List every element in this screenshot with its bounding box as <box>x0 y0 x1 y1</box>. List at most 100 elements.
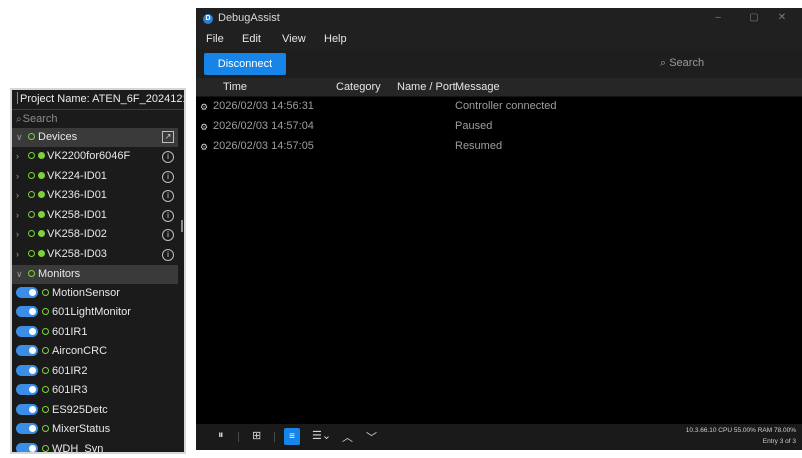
filter-settings-icon[interactable]: ☰⌄ <box>312 429 331 442</box>
title-accent-bar <box>17 92 18 104</box>
status-ring-icon <box>42 386 49 394</box>
log-row[interactable]: ⚙ 2026/02/03 14:57:04 Paused <box>196 117 802 137</box>
status-ring-icon <box>28 230 35 238</box>
device-name: VK258-ID02 <box>47 228 107 241</box>
log-row[interactable]: ⚙ 2026/02/03 14:56:31 Controller connect… <box>196 97 802 117</box>
menu-view[interactable]: View <box>282 33 306 45</box>
disconnect-button[interactable]: Disconnect <box>204 53 286 75</box>
monitor-name: ES925Detc <box>52 403 108 416</box>
status-ring-icon <box>42 327 49 335</box>
menu-help[interactable]: Help <box>324 33 347 45</box>
info-icon[interactable]: i <box>162 229 174 242</box>
debugassist-window: D DebugAssist – ▢ ✕ File Edit View Help … <box>196 8 802 450</box>
device-item[interactable]: › VK258-ID02 i <box>12 225 184 245</box>
search-icon: ⌕ <box>16 114 22 125</box>
toolbar: Disconnect ⌕ Search <box>196 50 802 78</box>
menu-file[interactable]: File <box>206 33 224 45</box>
monitor-item[interactable]: 601IR2 <box>12 362 184 382</box>
monitor-item[interactable]: MixerStatus <box>12 420 184 440</box>
monitor-name: 601IR3 <box>52 384 88 397</box>
open-external-icon[interactable]: ↗ <box>162 131 174 143</box>
chevron-down-icon[interactable]: ∨ <box>16 128 26 147</box>
chevron-right-icon[interactable]: › <box>16 167 26 187</box>
monitor-item[interactable]: WDH_Syn <box>12 440 184 452</box>
devices-group-label: Devices <box>38 131 78 143</box>
pause-icon[interactable]: ⏸ <box>218 429 224 442</box>
window-title: DebugAssist <box>218 12 280 24</box>
debug-log-icon: ⚙ <box>200 102 209 112</box>
column-header-message[interactable]: Message <box>455 81 500 93</box>
monitor-toggle[interactable] <box>16 384 38 396</box>
chevron-right-icon[interactable]: › <box>16 147 26 167</box>
monitor-item[interactable]: AirconCRC <box>12 342 184 362</box>
monitor-item[interactable]: 601IR3 <box>12 381 184 401</box>
device-name: VK236-ID01 <box>47 189 107 202</box>
monitor-toggle[interactable] <box>16 345 38 357</box>
chevron-right-icon[interactable]: › <box>16 245 26 265</box>
status-ring-icon <box>42 308 49 316</box>
chevron-down-icon[interactable]: ﹀ <box>366 429 377 445</box>
chevron-down-icon[interactable]: ∨ <box>16 265 26 284</box>
log-search-input[interactable]: ⌕ Search <box>660 57 704 70</box>
devices-group-header[interactable]: ∨ Devices ↗ <box>12 128 178 147</box>
chevron-right-icon[interactable]: › <box>16 225 26 245</box>
info-icon[interactable]: i <box>162 209 174 222</box>
online-dot-icon <box>38 171 45 179</box>
project-panel: Project Name: ATEN_6F_20241218 ⌕Search ∨… <box>10 88 186 454</box>
device-item[interactable]: › VK258-ID01 i <box>12 206 184 226</box>
log-message: Paused <box>455 120 493 132</box>
online-dot-icon <box>38 191 45 199</box>
maximize-icon[interactable]: ▢ <box>744 12 764 23</box>
monitor-toggle[interactable] <box>16 325 38 337</box>
status-ring-icon <box>42 425 49 433</box>
menu-edit[interactable]: Edit <box>242 33 261 45</box>
online-dot-icon <box>38 249 45 257</box>
chevron-up-icon[interactable]: ︿ <box>342 429 353 445</box>
column-header-category[interactable]: Category <box>336 81 381 93</box>
chevron-right-icon[interactable]: › <box>16 186 26 206</box>
monitor-name: MotionSensor <box>52 286 120 299</box>
entry-counter: Entry 3 of 3 <box>762 438 796 445</box>
device-item[interactable]: › VK236-ID01 i <box>12 186 184 206</box>
monitor-name: AirconCRC <box>52 345 108 358</box>
log-time: 2026/02/03 14:56:31 <box>213 100 314 112</box>
info-icon[interactable]: i <box>162 170 174 183</box>
monitor-toggle[interactable] <box>16 423 38 435</box>
monitor-toggle[interactable] <box>16 364 38 376</box>
project-title: Project Name: ATEN_6F_20241218 <box>20 93 184 105</box>
autoscroll-toggle-icon[interactable]: ≡ <box>284 428 300 445</box>
device-item[interactable]: › VK224-ID01 i <box>12 167 184 187</box>
toolbar-divider <box>274 432 275 442</box>
column-header-name-port[interactable]: Name / Port <box>397 81 456 93</box>
bottom-toolbar: ⏸ ⊞ ≡ ☰⌄ ︿ ﹀ 10.3.66.10 CPU 55.00% RAM 7… <box>196 424 802 450</box>
monitor-toggle[interactable] <box>16 403 38 415</box>
info-icon[interactable]: i <box>162 248 174 261</box>
log-message: Resumed <box>455 140 503 152</box>
monitor-item[interactable]: 601IR1 <box>12 323 184 343</box>
chevron-right-icon[interactable]: › <box>16 206 26 226</box>
monitor-toggle[interactable] <box>16 306 38 318</box>
monitor-item[interactable]: 601LightMonitor <box>12 303 184 323</box>
monitor-toggle[interactable] <box>16 442 38 452</box>
title-bar[interactable]: D DebugAssist – ▢ ✕ <box>196 8 802 30</box>
project-search-input[interactable]: ⌕Search <box>12 110 184 128</box>
status-ring-icon <box>42 288 49 296</box>
log-row[interactable]: ⚙ 2026/02/03 14:57:05 Resumed <box>196 137 802 157</box>
info-icon[interactable]: i <box>162 151 174 163</box>
device-item[interactable]: › VK258-ID03 i <box>12 245 184 265</box>
monitor-toggle[interactable] <box>16 286 38 298</box>
close-icon[interactable]: ✕ <box>772 12 792 23</box>
monitor-name: MixerStatus <box>52 423 111 436</box>
device-item[interactable]: › VK2200for6046F i <box>12 147 184 167</box>
monitor-item[interactable]: MotionSensor <box>12 284 184 304</box>
monitors-group-header[interactable]: ∨ Monitors <box>12 264 178 284</box>
monitor-item[interactable]: ES925Detc <box>12 401 184 421</box>
network-icon[interactable]: ⊞ <box>252 429 261 442</box>
column-header-time[interactable]: Time <box>223 81 247 93</box>
log-table-header: Time Category Name / Port Message <box>196 78 802 97</box>
info-icon[interactable]: i <box>162 190 174 203</box>
log-time: 2026/02/03 14:57:04 <box>213 120 314 132</box>
online-dot-icon <box>38 230 45 238</box>
minimize-icon[interactable]: – <box>708 12 728 23</box>
app-logo-icon: D <box>203 14 213 24</box>
